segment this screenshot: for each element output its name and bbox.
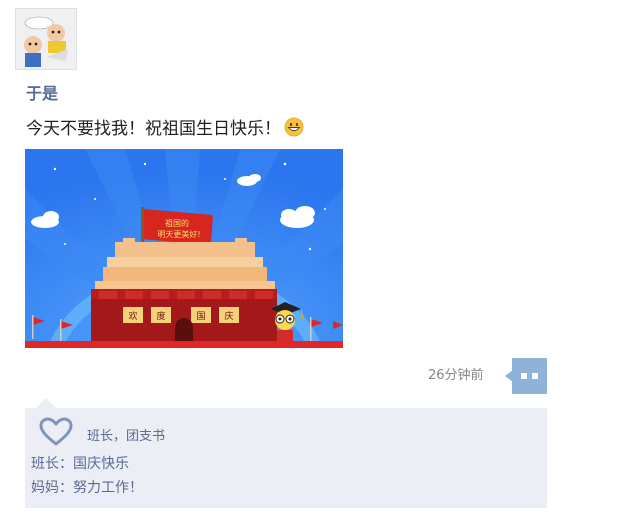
comment-item[interactable]: 班长：国庆快乐 [31,453,129,473]
author-name[interactable]: 于是 [26,80,58,104]
gate-char-3: 国 [196,311,205,322]
post-text: 今天不要找我！祝祖国生日快乐！ [26,114,304,139]
comment-item[interactable]: 妈妈：努力工作！ [31,477,143,497]
comment-text: 努力工作！ [73,480,143,496]
avatar-cartoon-image [16,9,76,69]
comment-separator: ： [59,480,73,496]
heart-outline-icon[interactable] [38,416,74,448]
liker-names[interactable]: 班长，团支书 [87,425,165,444]
gate-char-1: 欢 [128,310,137,322]
grinning-face-emoji-icon [284,117,304,137]
gate-char-2: 度 [156,310,165,322]
more-actions-button[interactable] [505,358,547,394]
post-text-content: 今天不要找我！祝祖国生日快乐！ [26,119,281,139]
gate-char-4: 庆 [224,310,233,322]
banner-line-1: 祖国的 [165,218,189,228]
post-timestamp: 26分钟前 [428,368,484,383]
comment-text: 国庆快乐 [73,456,129,472]
comment-author[interactable]: 妈妈 [31,480,59,496]
comment-author[interactable]: 班长 [31,456,59,472]
ellipsis-bubble-icon [505,358,547,394]
comment-separator: ： [59,456,73,472]
comment-box-notch [36,398,56,408]
avatar[interactable] [15,8,77,70]
banner-line-2: 明天更美好! [157,229,200,239]
post-image[interactable]: 祖国的 明天更美好! 欢 度 国 庆 [25,149,343,348]
tiananmen-illustration: 祖国的 明天更美好! 欢 度 国 庆 [25,149,343,348]
